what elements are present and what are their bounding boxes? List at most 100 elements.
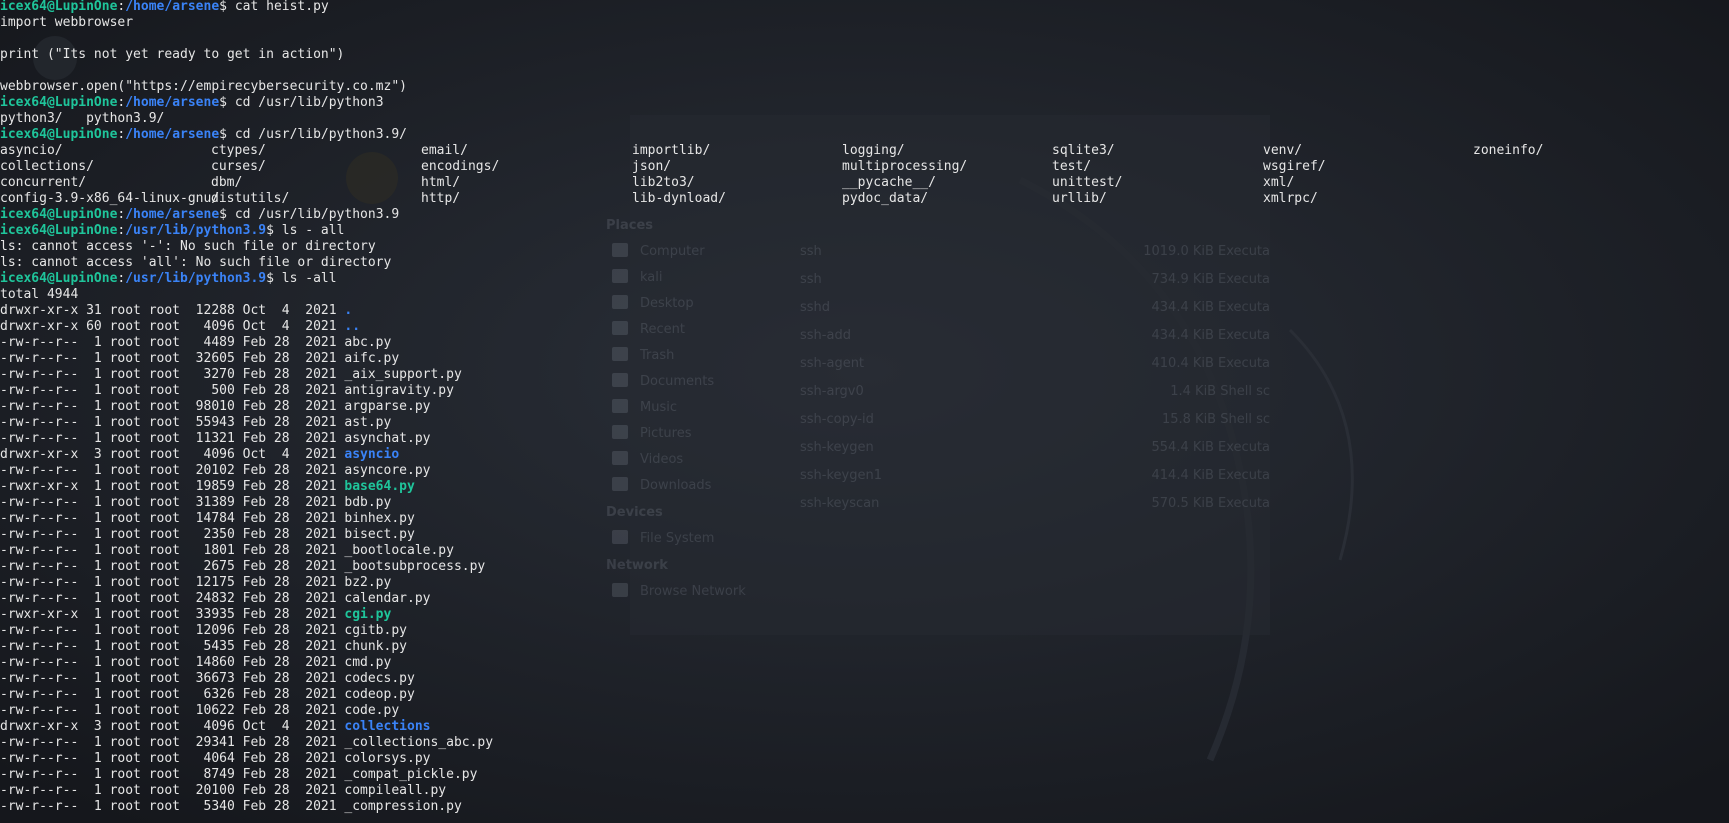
dir-name: xmlrpc/ [1263,191,1318,206]
prompt-path: /home/arsene [125,127,220,142]
place-item: Desktop [600,291,765,317]
file-name: cmd.py [344,655,392,670]
file-row: ssh-keygen1 414.4 KiB Executa [800,462,1270,490]
dir-name: concurrent/ [0,175,87,190]
ls-metadata: -rw-r--r-- 1 root root 32605 Feb 28 2021 [0,351,345,366]
executable-name: cgi.py [344,607,392,622]
ls-entry: -rw-r--r-- 1 root root 2350 Feb 28 2021 … [0,527,493,543]
prompt-path: /home/arsene [125,207,220,222]
prompt-line: icex64@LupinOne:/home/arsene$ cd /usr/li… [0,95,493,111]
ls-entry: drwxr-xr-x 31 root root 12288 Oct 4 2021… [0,303,493,319]
ls-entry: -rw-r--r-- 1 root root 20102 Feb 28 2021… [0,463,493,479]
sidebar-label: Recent [640,322,685,337]
folder-icon [612,373,628,387]
place-item: Trash [600,343,765,369]
file-size-kind: 15.8 KiB Shell sc [1161,412,1270,427]
output-line: python3/ python3.9/ [0,111,493,127]
ls-entry: -rw-r--r-- 1 root root 55943 Feb 28 2021… [0,415,493,431]
command-text: ls - all [281,223,345,238]
place-item: Downloads [600,473,765,499]
ls-metadata: -rw-r--r-- 1 root root 500 Feb 28 2021 [0,383,345,398]
ls-metadata: -rw-r--r-- 1 root root 14860 Feb 28 2021 [0,655,345,670]
prompt-path: /home/arsene [125,95,220,110]
sidebar-label: File System [640,531,715,546]
place-item: Documents [600,369,765,395]
file-size-kind: 434.4 KiB Executa [1151,300,1271,315]
prompt-user-host: icex64@LupinOne [0,95,118,110]
dir-name: encodings/ [421,159,500,174]
dir-name: urllib/ [1052,191,1107,206]
folder-icon [612,425,628,439]
ls-metadata: -rw-r--r-- 1 root root 20100 Feb 28 2021 [0,783,345,798]
file-name: ssh-keygen [800,440,874,455]
file-name: _compression.py [344,799,462,814]
dir-name: lib2to3/ [632,175,695,190]
prompt-user-host: icex64@LupinOne [0,223,118,238]
file-size-kind: 410.4 KiB Executa [1151,356,1271,371]
places-heading: Places [606,218,654,233]
ls-metadata: -rw-r--r-- 1 root root 6326 Feb 28 2021 [0,687,345,702]
ls-metadata: -rw-r--r-- 1 root root 31389 Feb 28 2021 [0,495,345,510]
dir-name: logging/ [842,143,905,158]
ls-entry: -rw-r--r-- 1 root root 8749 Feb 28 2021 … [0,767,493,783]
output-text: python3/ python3.9/ [0,111,165,126]
dir-name: sqlite3/ [1052,143,1115,158]
file-row: sshd 434.4 KiB Executa [800,294,1270,322]
file-size-kind: 554.4 KiB Executa [1151,440,1271,455]
ls-metadata: -rw-r--r-- 1 root root 14784 Feb 28 2021 [0,511,345,526]
folder-icon [612,347,628,361]
ls-metadata: drwxr-xr-x 3 root root 4096 Oct 4 2021 [0,447,345,462]
ls-metadata: -rw-r--r-- 1 root root 55943 Feb 28 2021 [0,415,345,430]
place-item: Pictures [600,421,765,447]
device-item: File System [600,526,765,552]
file-name: compileall.py [344,783,447,798]
ls-metadata: drwxr-xr-x 60 root root 4096 Oct 4 2021 [0,319,345,334]
file-manager-list: ssh 1019.0 KiB Executa ssh 734.9 KiB Execut… [800,238,1270,518]
ls-metadata: -rw-r--r-- 1 root root 3270 Feb 28 2021 [0,367,345,382]
ls-entry: drwxr-xr-x 60 root root 4096 Oct 4 2021 … [0,319,493,335]
ls-metadata: -rw-r--r-- 1 root root 12175 Feb 28 2021 [0,575,345,590]
folder-icon [612,243,628,257]
file-name: abc.py [344,335,392,350]
file-row: ssh 734.9 KiB Executa [800,266,1270,294]
file-size-kind: 434.4 KiB Executa [1151,328,1271,343]
directory-name: asyncio [344,447,400,462]
ls-metadata: -rw-r--r-- 1 root root 29341 Feb 28 2021 [0,735,345,750]
ls-entry: -rw-r--r-- 1 root root 1801 Feb 28 2021 … [0,543,493,559]
output-line: config-3.9-x86_64-linux-gnu/distutils/ht… [0,191,1318,207]
ls-metadata: -rw-r--r-- 1 root root 36673 Feb 28 2021 [0,671,345,686]
ls-entry: -rw-r--r-- 1 root root 500 Feb 28 2021 a… [0,383,493,399]
ls-metadata: -rw-r--r-- 1 root root 5435 Feb 28 2021 [0,639,345,654]
file-size-kind: 570.5 KiB Executa [1151,496,1271,511]
file-name: codeop.py [344,687,415,702]
file-name: chunk.py [344,639,407,654]
folder-icon [612,399,628,413]
file-row: ssh-argv0 1.4 KiB Shell sc [800,378,1270,406]
dir-name: config-3.9-x86_64-linux-gnu/ [0,191,220,206]
devices-heading: Devices [606,505,663,520]
dir-name: collections/ [0,159,94,174]
ls-entry: -rw-r--r-- 1 root root 4064 Feb 28 2021 … [0,751,493,767]
file-row: ssh-keyscan 570.5 KiB Executa [800,490,1270,518]
file-name: asynchat.py [344,431,431,446]
file-size-kind: 414.4 KiB Executa [1151,468,1271,483]
file-name: bdb.py [344,495,392,510]
file-name: codecs.py [344,671,415,686]
file-size-kind: 1.4 KiB Shell sc [1170,384,1270,399]
ls-entry: -rw-r--r-- 1 root root 2675 Feb 28 2021 … [0,559,493,575]
ls-entry: -rw-r--r-- 1 root root 5435 Feb 28 2021 … [0,639,493,655]
dir-name: venv/ [1263,143,1303,158]
file-name: _bootsubprocess.py [344,559,486,574]
directory-name: collections [344,719,431,734]
prompt-line: icex64@LupinOne:/usr/lib/python3.9$ ls -… [0,223,493,239]
prompt-dollar: $ [219,127,235,142]
ls-entry: -rw-r--r-- 1 root root 24832 Feb 28 2021… [0,591,493,607]
folder-icon [612,321,628,335]
output-line: import webbrowser [0,15,493,31]
folder-icon [612,583,628,597]
file-name: ast.py [344,415,392,430]
file-name: _collections_abc.py [344,735,494,750]
prompt-dollar: $ [266,223,282,238]
ls-metadata: -rw-r--r-- 1 root root 12096 Feb 28 2021 [0,623,345,638]
sidebar-label: Trash [640,348,675,363]
